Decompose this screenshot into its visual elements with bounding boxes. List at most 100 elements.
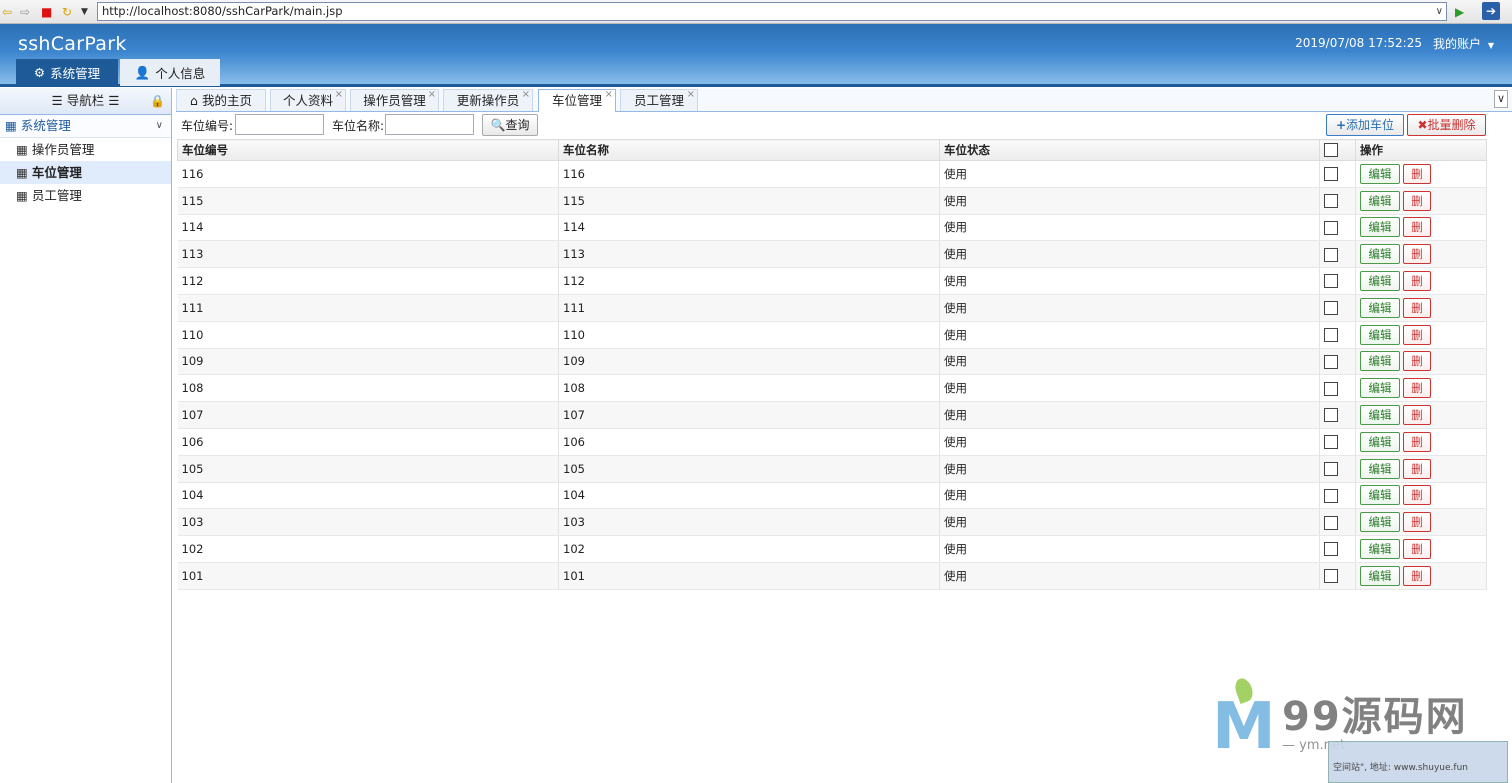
tab-parking[interactable]: 车位管理 × — [538, 89, 616, 112]
row-checkbox[interactable] — [1324, 301, 1338, 316]
stop-icon[interactable]: ■ — [41, 4, 52, 20]
table-row[interactable]: 113 113 使用 编辑删 — [177, 240, 1487, 269]
table-row[interactable]: 115 115 使用 编辑删 — [177, 187, 1487, 215]
add-parking-button[interactable]: +添加车位 — [1326, 114, 1404, 136]
delete-button[interactable]: 删 — [1403, 431, 1431, 452]
code-input[interactable] — [235, 114, 324, 135]
table-row[interactable]: 111 111 使用 编辑删 — [177, 294, 1487, 322]
refresh-icon[interactable]: ↻ — [62, 4, 72, 20]
tab-employees[interactable]: 员工管理 × — [620, 89, 698, 111]
edit-button[interactable]: 编辑 — [1360, 565, 1400, 586]
row-checkbox[interactable] — [1324, 220, 1338, 235]
row-checkbox[interactable] — [1324, 381, 1338, 396]
table-row[interactable]: 114 114 使用 编辑删 — [177, 214, 1487, 242]
sidebar-item-parking[interactable]: ▦ 车位管理 — [0, 161, 171, 184]
delete-button[interactable]: 删 — [1403, 539, 1431, 560]
table-row[interactable]: 110 110 使用 编辑删 — [177, 321, 1487, 349]
top-tab-system[interactable]: ⚙ 系统管理 — [16, 59, 118, 86]
go-icon[interactable]: ▶ — [1455, 4, 1464, 20]
tab-home[interactable]: ⌂ 我的主页 — [176, 89, 266, 111]
table-row[interactable]: 107 107 使用 编辑删 — [177, 401, 1487, 429]
edit-button[interactable]: 编辑 — [1360, 271, 1400, 292]
edit-button[interactable]: 编辑 — [1360, 539, 1400, 560]
query-button[interactable]: 🔍查询 — [482, 114, 538, 136]
close-icon[interactable]: × — [335, 84, 343, 106]
edit-button[interactable]: 编辑 — [1360, 217, 1400, 238]
delete-button[interactable]: 删 — [1403, 190, 1431, 211]
table-row[interactable]: 101 101 使用 编辑删 — [177, 562, 1487, 590]
lock-icon[interactable]: 🔒 — [150, 88, 165, 114]
address-dropdown-icon[interactable]: ∨ — [1436, 3, 1443, 20]
edit-button[interactable]: 编辑 — [1360, 244, 1400, 265]
delete-button[interactable]: 删 — [1403, 485, 1431, 506]
table-row[interactable]: 109 109 使用 编辑删 — [177, 348, 1487, 376]
delete-button[interactable]: 删 — [1403, 297, 1431, 318]
edit-button[interactable]: 编辑 — [1360, 405, 1400, 426]
edit-button[interactable]: 编辑 — [1360, 431, 1400, 452]
edit-button[interactable]: 编辑 — [1360, 351, 1400, 372]
table-row[interactable]: 112 112 使用 编辑删 — [177, 267, 1487, 295]
exit-icon[interactable]: ➔ — [1482, 2, 1500, 20]
name-input[interactable] — [385, 114, 474, 135]
column-header-status[interactable]: 车位状态 — [939, 139, 1320, 161]
table-row[interactable]: 104 104 使用 编辑删 — [177, 482, 1487, 510]
sidebar-item-employees[interactable]: ▦ 员工管理 — [0, 184, 171, 207]
delete-button[interactable]: 删 — [1403, 378, 1431, 399]
delete-button[interactable]: 删 — [1403, 565, 1431, 586]
table-row[interactable]: 102 102 使用 编辑删 — [177, 535, 1487, 563]
delete-button[interactable]: 删 — [1403, 163, 1431, 184]
delete-button[interactable]: 删 — [1403, 458, 1431, 479]
row-checkbox[interactable] — [1324, 515, 1338, 530]
edit-button[interactable]: 编辑 — [1360, 163, 1400, 184]
row-checkbox[interactable] — [1324, 274, 1338, 289]
row-checkbox[interactable] — [1324, 247, 1338, 262]
tab-operators[interactable]: 操作员管理 × — [350, 89, 439, 111]
row-checkbox[interactable] — [1324, 354, 1338, 369]
select-all-checkbox[interactable] — [1324, 143, 1338, 158]
edit-button[interactable]: 编辑 — [1360, 324, 1400, 345]
close-icon[interactable]: × — [522, 84, 530, 106]
column-header-code[interactable]: 车位编号 — [177, 139, 559, 161]
table-row[interactable]: 116 116 使用 编辑删 — [177, 160, 1487, 188]
close-icon[interactable]: × — [605, 84, 613, 106]
delete-button[interactable]: 删 — [1403, 244, 1431, 265]
table-row[interactable]: 103 103 使用 编辑删 — [177, 508, 1487, 537]
table-row[interactable]: 106 106 使用 编辑删 — [177, 428, 1487, 456]
row-checkbox[interactable] — [1324, 488, 1338, 503]
sidebar-group-system[interactable]: ▦ 系统管理 ∨ — [0, 115, 171, 138]
account-menu[interactable]: 我的账户 ▼ — [1433, 35, 1494, 52]
top-tab-personal[interactable]: 👤 个人信息 — [120, 59, 220, 86]
edit-button[interactable]: 编辑 — [1360, 512, 1400, 533]
row-checkbox[interactable] — [1324, 542, 1338, 557]
tabs-scroll-icon[interactable]: ∨ — [1494, 90, 1508, 108]
delete-button[interactable]: 删 — [1403, 405, 1431, 426]
close-icon[interactable]: × — [428, 84, 436, 106]
row-checkbox[interactable] — [1324, 193, 1338, 208]
column-header-name[interactable]: 车位名称 — [558, 139, 940, 161]
edit-button[interactable]: 编辑 — [1360, 378, 1400, 399]
delete-button[interactable]: 删 — [1403, 271, 1431, 292]
delete-button[interactable]: 删 — [1403, 351, 1431, 372]
close-icon[interactable]: × — [687, 84, 695, 106]
edit-button[interactable]: 编辑 — [1360, 190, 1400, 211]
history-dropdown-icon[interactable]: ▼ — [81, 4, 88, 20]
delete-button[interactable]: 删 — [1403, 217, 1431, 238]
edit-button[interactable]: 编辑 — [1360, 458, 1400, 479]
batch-delete-button[interactable]: ✖批量删除 — [1407, 114, 1486, 136]
table-row[interactable]: 108 108 使用 编辑删 — [177, 374, 1487, 403]
row-checkbox[interactable] — [1324, 461, 1338, 476]
edit-button[interactable]: 编辑 — [1360, 485, 1400, 506]
forward-arrow-icon[interactable]: ⇨ — [20, 4, 30, 20]
tab-update-operator[interactable]: 更新操作员 × — [443, 89, 533, 111]
row-checkbox[interactable] — [1324, 167, 1338, 182]
edit-button[interactable]: 编辑 — [1360, 297, 1400, 318]
back-arrow-icon[interactable]: ⇦ — [2, 4, 12, 20]
row-checkbox[interactable] — [1324, 327, 1338, 342]
row-checkbox[interactable] — [1324, 435, 1338, 450]
row-checkbox[interactable] — [1324, 569, 1338, 584]
delete-button[interactable]: 删 — [1403, 324, 1431, 345]
address-bar[interactable]: http://localhost:8080/sshCarPark/main.js… — [97, 2, 1447, 21]
table-row[interactable]: 105 105 使用 编辑删 — [177, 455, 1487, 483]
tab-profile[interactable]: 个人资料 × — [270, 89, 346, 111]
row-checkbox[interactable] — [1324, 408, 1338, 423]
